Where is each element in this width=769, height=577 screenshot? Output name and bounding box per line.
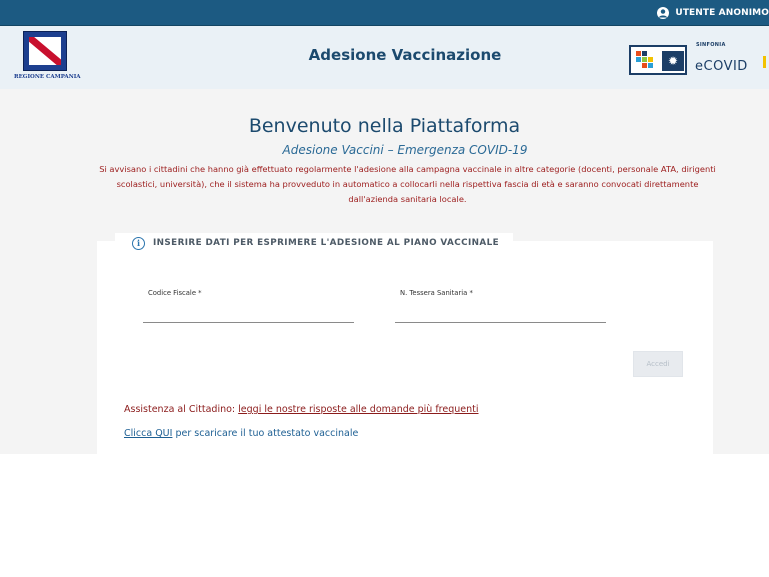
info-icon: i: [132, 236, 145, 250]
download-certificate-link[interactable]: Clicca QUI: [124, 428, 172, 439]
accedi-button[interactable]: Accedi: [633, 351, 683, 377]
form-header: i INSERIRE DATI PER ESPRIMERE L'ADESIONE…: [115, 233, 514, 253]
assistance-prefix: Assistenza al Cittadino:: [124, 404, 236, 415]
partner-name: eCOVID: [695, 59, 748, 74]
accent-mark: [763, 56, 769, 68]
main-content: Benvenuto nella Piattaforma Adesione Vac…: [0, 89, 769, 454]
ecovid-mark-icon: ✹: [629, 45, 687, 75]
coat-of-arms-icon: [23, 31, 67, 71]
top-bar: UTENTE ANONIMO: [0, 0, 769, 26]
user-icon: [657, 6, 670, 19]
form-title: INSERIRE DATI PER ESPRIMERE L'ADESIONE A…: [153, 238, 500, 248]
download-suffix: per scaricare il tuo attestato vaccinale: [175, 428, 359, 439]
codice-fiscale-label: Codice Fiscale *: [148, 289, 202, 297]
tessera-sanitaria-label: N. Tessera Sanitaria *: [400, 289, 473, 297]
page-title: Adesione Vaccinazione: [308, 46, 502, 64]
assistance-line: Assistenza al Cittadino: leggi le nostre…: [124, 404, 479, 415]
welcome-heading: Benvenuto nella Piattaforma: [248, 115, 521, 137]
partner-small-text: SINFONIA: [696, 42, 726, 48]
subtitle: Adesione Vaccini – Emergenza COVID-19: [282, 143, 528, 157]
region-logo-text: REGIONE CAMPANIA: [14, 74, 81, 80]
regione-campania-logo[interactable]: REGIONE CAMPANIA: [14, 29, 81, 86]
virus-icon: ✹: [662, 51, 684, 71]
user-menu[interactable]: UTENTE ANONIMO: [657, 0, 769, 25]
notice-text: Si avvisano i cittadini che hanno già ef…: [99, 164, 716, 204]
header: REGIONE CAMPANIA Adesione Vaccinazione ✹…: [0, 26, 769, 89]
ecovid-logo: ✹ SINFONIA eCOVID: [629, 42, 769, 82]
tessera-sanitaria-input[interactable]: [395, 304, 606, 323]
codice-fiscale-input[interactable]: [143, 304, 354, 323]
adhesion-form-card: i INSERIRE DATI PER ESPRIMERE L'ADESIONE…: [97, 233, 713, 454]
certificate-line: Clicca QUI per scaricare il tuo attestat…: [124, 428, 358, 439]
user-label: UTENTE ANONIMO: [675, 7, 769, 18]
faq-link[interactable]: leggi le nostre risposte alle domande pi…: [238, 404, 478, 415]
